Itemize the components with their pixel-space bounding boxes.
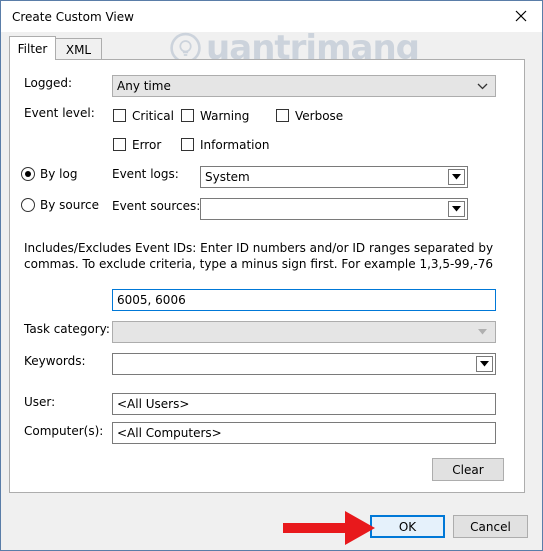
event-level-label: Event level:: [24, 106, 95, 120]
information-label: Information: [200, 138, 270, 152]
logged-dropdown[interactable]: Any time: [112, 75, 496, 97]
error-label: Error: [132, 138, 162, 152]
chevron-down-icon: [474, 78, 491, 94]
warning-checkbox[interactable]: [181, 109, 194, 122]
event-ids-input[interactable]: 6005, 6006: [112, 289, 496, 311]
filter-panel: Logged: Any time Event level: Critical W…: [9, 59, 525, 493]
chevron-down-icon: [476, 356, 493, 372]
computers-label: Computer(s):: [24, 424, 104, 438]
close-icon: [515, 10, 527, 22]
user-label: User:: [24, 395, 56, 409]
tab-filter[interactable]: Filter: [9, 36, 56, 60]
by-log-label: By log: [40, 167, 78, 181]
user-value: <All Users>: [117, 397, 190, 411]
critical-checkbox[interactable]: [113, 109, 126, 122]
event-sources-label: Event sources:: [112, 199, 201, 213]
title-bar: Create Custom View: [1, 1, 542, 32]
verbose-checkbox[interactable]: [276, 109, 289, 122]
information-checkbox[interactable]: [181, 138, 194, 151]
keywords-dropdown[interactable]: [112, 353, 496, 375]
keywords-label: Keywords:: [24, 354, 86, 368]
logged-value: Any time: [117, 79, 171, 93]
event-ids-description: Includes/Excludes Event IDs: Enter ID nu…: [24, 241, 494, 271]
task-category-label: Task category:: [24, 322, 110, 336]
tab-xml[interactable]: XML: [55, 38, 102, 60]
chevron-down-icon: [474, 324, 491, 340]
create-custom-view-dialog: Create Custom View uantrimang Filter XML…: [0, 0, 543, 551]
verbose-label: Verbose: [295, 109, 344, 123]
task-category-dropdown[interactable]: [112, 321, 496, 343]
clear-button[interactable]: Clear: [432, 458, 504, 481]
window-title: Create Custom View: [12, 10, 134, 24]
close-button[interactable]: [508, 5, 534, 27]
computers-input[interactable]: <All Computers>: [112, 422, 496, 444]
by-source-label: By source: [40, 198, 99, 212]
event-ids-value: 6005, 6006: [117, 293, 186, 307]
event-logs-dropdown[interactable]: System: [200, 166, 468, 188]
by-source-radio[interactable]: [21, 198, 35, 212]
by-log-radio[interactable]: [21, 167, 35, 181]
event-sources-dropdown[interactable]: [200, 198, 468, 220]
cancel-button[interactable]: Cancel: [453, 515, 528, 538]
computers-value: <All Computers>: [117, 426, 222, 440]
chevron-down-icon: [448, 201, 465, 217]
red-arrow-annotation: [283, 511, 375, 545]
event-logs-label: Event logs:: [112, 167, 179, 181]
tab-xml-label: XML: [65, 42, 92, 57]
critical-label: Critical: [132, 109, 174, 123]
user-input[interactable]: <All Users>: [112, 393, 496, 415]
ok-button[interactable]: OK: [370, 515, 445, 538]
logged-label: Logged:: [24, 76, 73, 90]
warning-label: Warning: [200, 109, 250, 123]
event-logs-value: System: [205, 170, 250, 184]
tab-filter-label: Filter: [17, 41, 48, 56]
error-checkbox[interactable]: [113, 138, 126, 151]
chevron-down-icon: [448, 169, 465, 185]
